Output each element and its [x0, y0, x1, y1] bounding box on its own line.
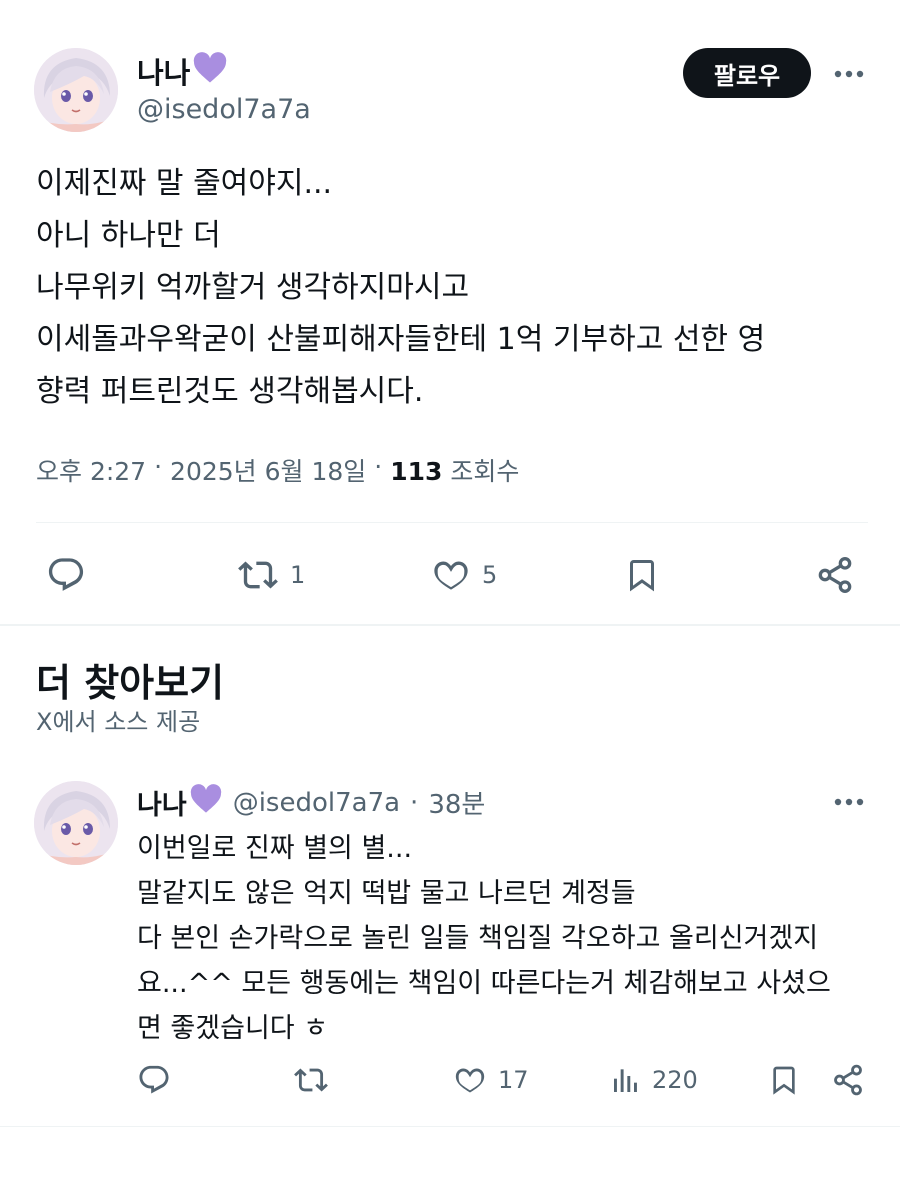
- avatar[interactable]: [34, 48, 118, 132]
- retweet-button[interactable]: 1: [236, 555, 305, 595]
- tweet-meta: 오후 2:27 · 2025년 6월 18일 · 113 조회수: [36, 452, 519, 488]
- reply-text: 이번일로 진짜 별의 별... 말같지도 않은 억지 떡밥 물고 나르던 계정들…: [137, 826, 831, 1051]
- divider: [0, 1126, 900, 1127]
- tweet-text: 이제진짜 말 줄여야지... 아니 하나만 더 나무위키 억까할거 생각하지마시…: [36, 158, 765, 418]
- section-title: 더 찾아보기: [36, 661, 225, 705]
- views-label: 조회수: [450, 457, 520, 486]
- more-icon[interactable]: [830, 788, 868, 816]
- views-button[interactable]: 220: [610, 1063, 698, 1097]
- author-handle[interactable]: @isedol7a7a: [233, 788, 400, 818]
- reply-text-line: 요...^^ 모든 행동에는 책임이 따른다는거 체감해보고 사셨으: [137, 968, 831, 999]
- retweet-icon: [236, 555, 280, 595]
- views-count: 220: [652, 1066, 698, 1094]
- meta-separator: ·: [154, 452, 163, 481]
- bookmark-button[interactable]: [624, 555, 660, 595]
- tweet-text-line: 나무위키 억까할거 생각하지마시고: [36, 270, 470, 305]
- bookmark-icon: [624, 555, 660, 595]
- avatar[interactable]: [34, 781, 118, 865]
- tweet-text-line: 아니 하나만 더: [36, 218, 221, 253]
- author-name[interactable]: 나나: [137, 783, 223, 822]
- views-count-number: 113: [390, 457, 443, 486]
- like-icon: [452, 1063, 488, 1097]
- like-count: 17: [498, 1066, 529, 1094]
- like-button[interactable]: 17: [452, 1063, 529, 1097]
- views-count: 113 조회수: [390, 452, 519, 488]
- reply-button[interactable]: [137, 1063, 171, 1097]
- tweet-text-line: 이세돌과우왁굳이 산불피해자들한테 1억 기부하고 선한 영: [36, 322, 766, 357]
- retweet-button[interactable]: [292, 1063, 330, 1097]
- bookmark-icon: [768, 1063, 800, 1097]
- retweet-icon: [292, 1063, 330, 1097]
- share-icon: [814, 555, 856, 595]
- tweet-time[interactable]: 오후 2:27: [36, 452, 146, 488]
- tweet-text-line: 향력 퍼트린것도 생각해봅시다.: [36, 374, 424, 409]
- views-icon: [610, 1063, 642, 1097]
- author-handle[interactable]: @isedol7a7a: [137, 94, 311, 125]
- tweet-age[interactable]: 38분: [428, 784, 485, 821]
- reply-text-line: 이번일로 진짜 별의 별...: [137, 833, 413, 864]
- share-button[interactable]: [814, 555, 856, 595]
- purple-heart-icon: [189, 784, 223, 821]
- author-name-text: 나나: [137, 790, 187, 821]
- reply-header: 나나 @isedol7a7a · 38분: [137, 783, 485, 822]
- more-icon[interactable]: [830, 60, 868, 88]
- section-divider: [0, 624, 900, 626]
- reply-text-line: 면 좋겠습니다 ㅎ: [137, 1013, 329, 1044]
- purple-heart-icon: [192, 51, 228, 91]
- share-icon: [830, 1063, 866, 1097]
- tweet-date[interactable]: 2025년 6월 18일: [170, 452, 366, 488]
- reply-text-line: 다 본인 손가락으로 놀린 일들 책임질 각오하고 올리신거겠지: [137, 923, 819, 954]
- like-icon: [430, 555, 472, 595]
- reply-icon: [46, 555, 86, 595]
- tweet-text-line: 이제진짜 말 줄여야지...: [36, 166, 333, 201]
- divider: [36, 522, 868, 523]
- follow-button[interactable]: 팔로우: [683, 48, 811, 98]
- meta-separator: ·: [410, 787, 419, 818]
- like-count: 5: [482, 561, 498, 589]
- reply-text-line: 말같지도 않은 억지 떡밥 물고 나르던 계정들: [137, 878, 636, 909]
- author-name-text: 나나: [137, 56, 191, 90]
- meta-separator: ·: [374, 452, 383, 481]
- reply-button[interactable]: [46, 555, 86, 595]
- reply-icon: [137, 1063, 171, 1097]
- like-button[interactable]: 5: [430, 555, 497, 595]
- retweet-count: 1: [290, 561, 306, 589]
- bookmark-button[interactable]: [768, 1063, 800, 1097]
- share-button[interactable]: [830, 1063, 866, 1097]
- section-subtitle: X에서 소스 제공: [36, 708, 201, 736]
- author-name[interactable]: 나나: [137, 50, 228, 92]
